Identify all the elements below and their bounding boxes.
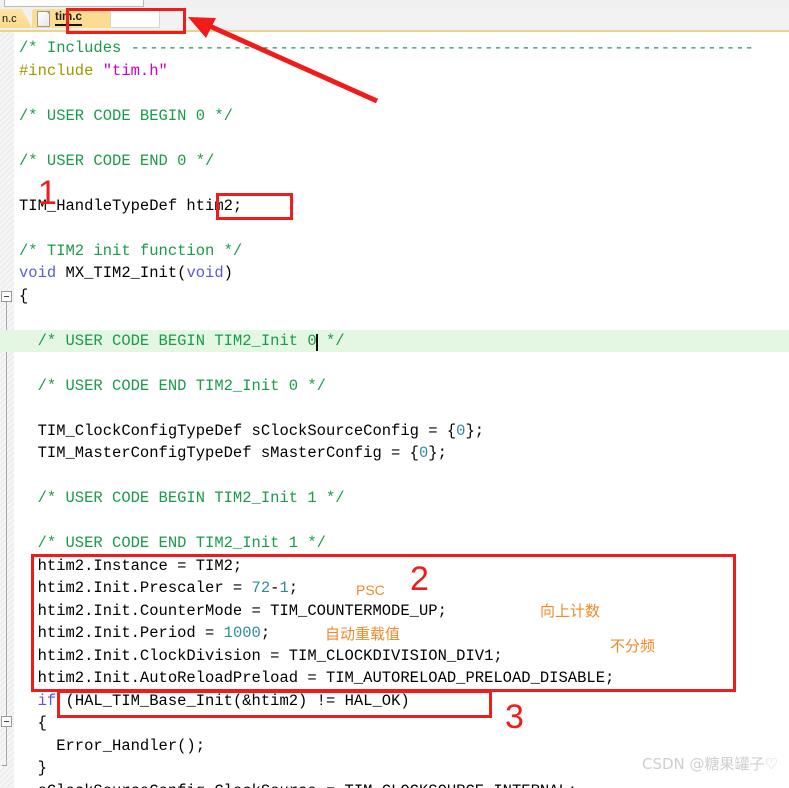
annotation-marker-3: 3 — [505, 698, 524, 736]
document-icon — [37, 10, 50, 27]
code-token: void — [186, 264, 224, 282]
annotation-label-counter-up: 向上计数 — [540, 602, 601, 620]
code-line[interactable]: TIM_HandleTypeDef htim2; — [0, 195, 789, 218]
code-token: /* USER CODE BEGIN TIM2_Init 1 */ — [19, 489, 345, 507]
annotation-label-psc: PSC — [356, 582, 385, 598]
code-token: /* USER CODE BEGIN 0 */ — [19, 106, 233, 125]
annotation-box-init-block — [31, 554, 736, 692]
code-line[interactable]: /* USER CODE END 0 */ — [0, 150, 789, 173]
code-token: MX_TIM2_Init( — [56, 264, 187, 282]
code-line-text: /* Includes ----------------------------… — [0, 39, 754, 57]
code-token: /* USER CODE END 0 */ — [19, 151, 215, 170]
code-token: } — [19, 759, 47, 777]
code-line-text: Error_Handler(); — [0, 737, 205, 755]
annotation-box-tab — [66, 8, 186, 34]
code-line[interactable]: /* TIM2 init function */ — [0, 240, 789, 263]
code-token: TIM_ClockConfigTypeDef sClockSourceConfi… — [19, 421, 457, 440]
code-line[interactable] — [0, 510, 789, 533]
code-token: sClockSourceConfig.ClockSource = TIM_CLO… — [19, 782, 578, 788]
code-line[interactable]: { — [0, 285, 789, 308]
code-token: Error_Handler(); — [19, 736, 206, 755]
code-line-text: TIM_HandleTypeDef htim2; — [0, 197, 242, 215]
code-line[interactable] — [0, 127, 789, 150]
code-line[interactable]: TIM_ClockConfigTypeDef sClockSourceConfi… — [0, 420, 789, 443]
code-line[interactable] — [0, 352, 789, 375]
code-token: /* TIM2 init function */ — [19, 241, 243, 260]
annotation-box-if-condition — [57, 690, 492, 718]
code-line-text: /* USER CODE BEGIN 0 */ — [0, 107, 233, 125]
code-line-text: /* USER CODE END 0 */ — [0, 152, 214, 170]
tab-previous-file-label: n.c — [2, 12, 17, 25]
code-token: if — [37, 691, 57, 710]
code-line[interactable]: void MX_TIM2_Init(void) — [0, 262, 789, 285]
code-token: "tim.h" — [102, 61, 168, 80]
code-line-text: void MX_TIM2_Init(void) — [0, 264, 233, 282]
code-token: 0 — [418, 444, 429, 462]
window-chrome — [0, 0, 789, 8]
code-line[interactable]: /* USER CODE END TIM2_Init 1 */ — [0, 532, 789, 555]
code-token: { — [19, 714, 47, 732]
code-line-text: /* USER CODE END TIM2_Init 0 */ — [0, 377, 326, 395]
code-token: { — [19, 286, 29, 305]
annotation-label-auto-reload: 自动重载值 — [325, 625, 401, 643]
code-line[interactable]: /* USER CODE BEGIN TIM2_Init 1 */ — [0, 487, 789, 510]
code-line[interactable]: /* USER CODE BEGIN TIM2_Init 0 */ — [0, 329, 789, 352]
annotation-marker-1: 1 — [38, 174, 57, 212]
code-token: /* USER CODE BEGIN TIM2_Init 0 */ — [19, 331, 345, 350]
code-token: TIM_MasterConfigTypeDef sMasterConfig = … — [19, 444, 419, 462]
code-line-text: /* USER CODE END TIM2_Init 1 */ — [0, 534, 326, 552]
code-line-text: } — [0, 759, 47, 777]
code-line-text: TIM_ClockConfigTypeDef sClockSourceConfi… — [0, 421, 485, 440]
code-token: /* Includes ----------------------------… — [19, 39, 754, 57]
annotation-box-htim2-decl — [216, 193, 293, 220]
code-line-text: /* USER CODE BEGIN TIM2_Init 0 */ — [0, 332, 345, 350]
code-token: /* USER CODE END TIM2_Init 0 */ — [19, 376, 326, 395]
watermark: CSDN @糖果罐子♡ — [642, 755, 778, 773]
code-line[interactable]: /* USER CODE BEGIN 0 */ — [0, 105, 789, 128]
code-line-text: { — [0, 287, 28, 305]
code-token: /* USER CODE END TIM2_Init 1 */ — [19, 534, 326, 552]
code-line[interactable] — [0, 82, 789, 105]
code-line[interactable]: /* USER CODE END TIM2_Init 0 */ — [0, 375, 789, 398]
code-line-text: /* USER CODE BEGIN TIM2_Init 1 */ — [0, 489, 345, 507]
code-token: void — [19, 264, 57, 282]
window-chrome-left-panel — [4, 0, 144, 7]
code-line-text: { — [0, 714, 47, 732]
code-token: ) — [223, 264, 233, 282]
code-line[interactable]: #include "tim.h" — [0, 60, 789, 83]
code-line[interactable] — [0, 465, 789, 488]
tab-bar-empty-area — [161, 8, 789, 28]
code-line[interactable]: /* Includes ----------------------------… — [0, 37, 789, 60]
annotation-label-no-division: 不分频 — [610, 637, 656, 655]
code-token: }; — [465, 421, 485, 440]
code-line[interactable] — [0, 217, 789, 240]
code-token: #include — [19, 61, 103, 80]
code-line[interactable] — [0, 397, 789, 420]
code-token: }; — [428, 444, 447, 462]
text-caret — [316, 334, 318, 351]
code-line[interactable]: TIM_MasterConfigTypeDef sMasterConfig = … — [0, 442, 789, 465]
annotation-marker-2: 2 — [410, 560, 429, 598]
code-line[interactable]: sClockSourceConfig.ClockSource = TIM_CLO… — [0, 780, 789, 788]
code-line[interactable] — [0, 307, 789, 330]
code-line[interactable] — [0, 172, 789, 195]
code-line-text: #include "tim.h" — [0, 62, 168, 80]
code-line-text: sClockSourceConfig.ClockSource = TIM_CLO… — [0, 782, 578, 788]
code-line-text: TIM_MasterConfigTypeDef sMasterConfig = … — [0, 444, 447, 462]
code-line-text: /* TIM2 init function */ — [0, 242, 242, 260]
